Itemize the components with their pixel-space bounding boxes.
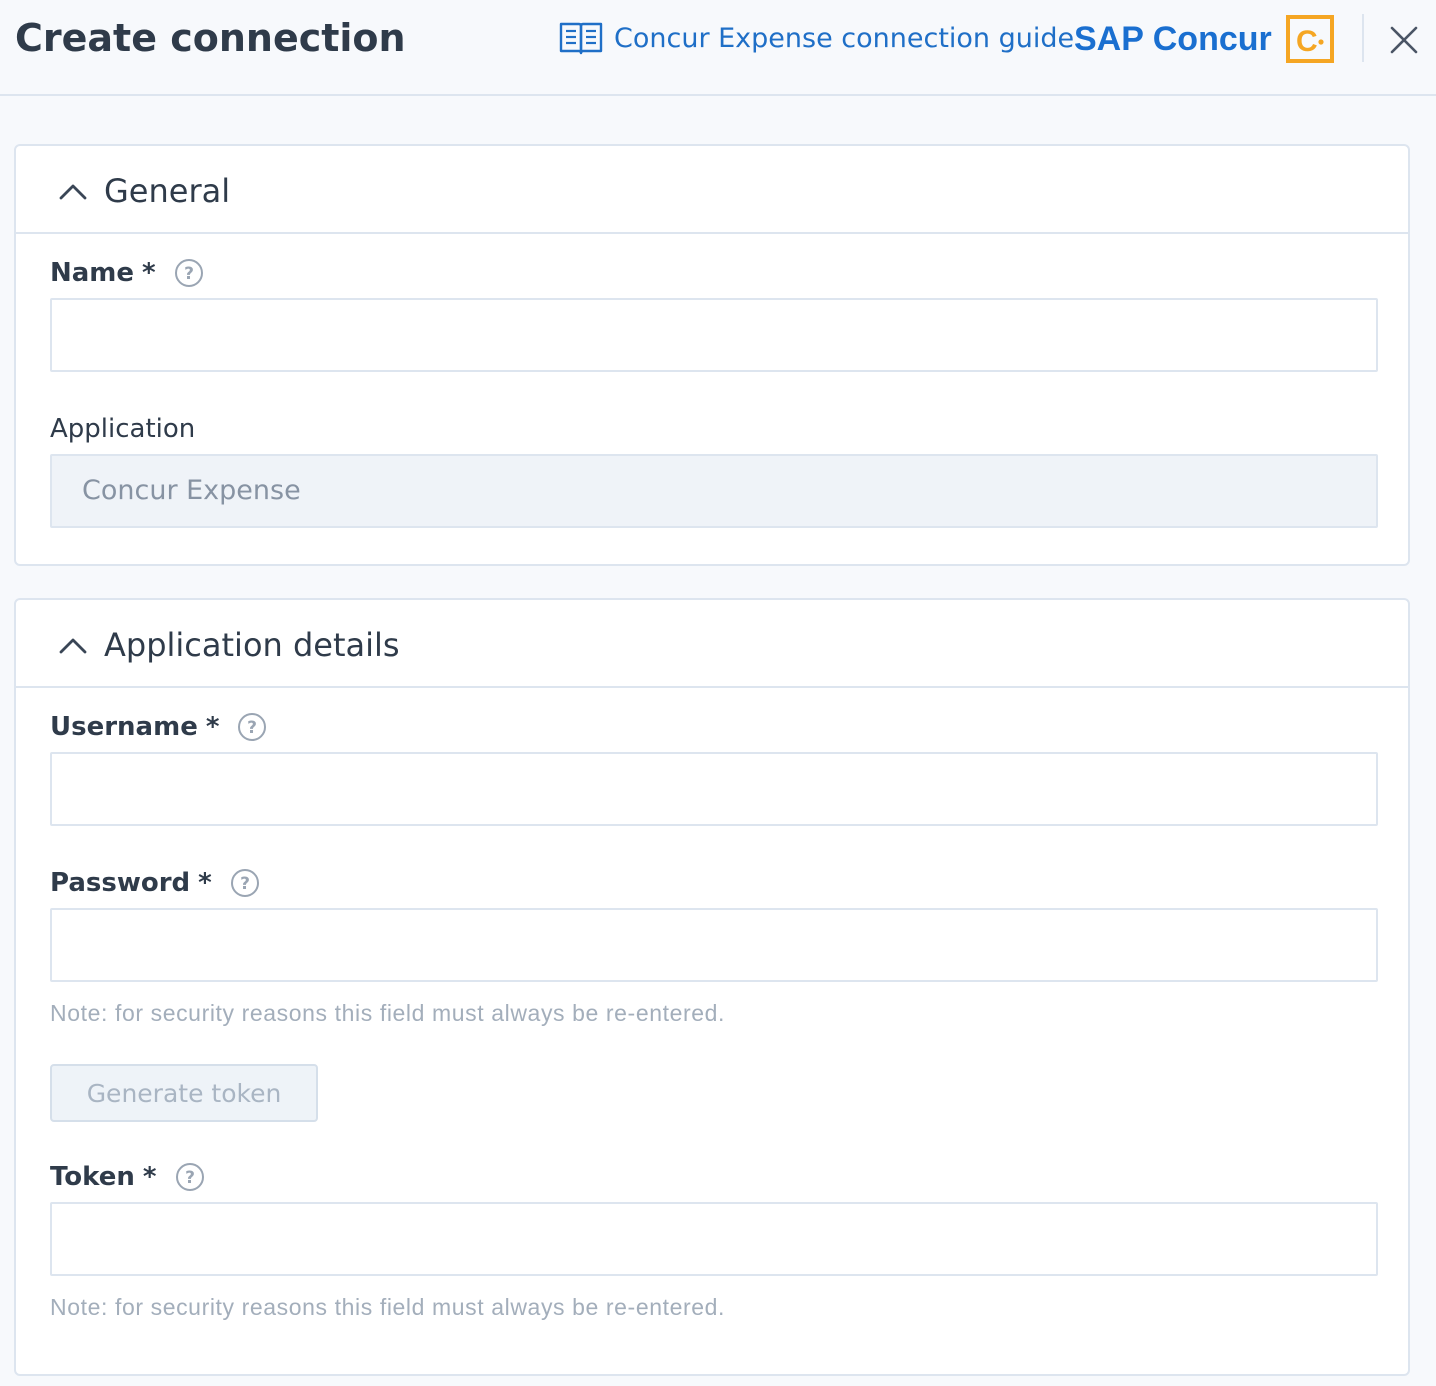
username-label-text: Username <box>50 712 198 742</box>
required-mark: * <box>142 258 156 288</box>
general-section-header[interactable]: General <box>16 146 1408 234</box>
name-label-text: Name <box>50 258 135 288</box>
book-icon <box>559 22 603 55</box>
required-mark: * <box>205 712 220 742</box>
password-note: Note: for security reasons this field mu… <box>50 1000 726 1026</box>
svg-text:?: ? <box>185 1168 195 1188</box>
section-title: Application details <box>104 626 400 664</box>
token-label: Token * ? <box>50 1162 205 1192</box>
general-section: General Name * ? Application Concur Expe… <box>14 144 1410 566</box>
connection-guide-link[interactable]: Concur Expense connection guide <box>558 18 1074 58</box>
svg-text:?: ? <box>248 718 258 738</box>
generate-token-button[interactable]: Generate token <box>50 1064 318 1122</box>
svg-text:?: ? <box>240 874 250 894</box>
name-label: Name * ? <box>50 258 204 288</box>
close-button[interactable] <box>1384 20 1424 60</box>
application-details-section: Application details Username * ? Passwor… <box>14 598 1410 1376</box>
sap-concur-logo: SAP Concur C <box>1074 14 1334 64</box>
section-title: General <box>104 172 231 210</box>
svg-text:C: C <box>1296 25 1318 58</box>
username-input[interactable] <box>50 752 1378 826</box>
concur-logo-icon: C <box>1285 15 1334 63</box>
required-mark: * <box>142 1162 157 1192</box>
password-label-text: Password <box>50 868 191 898</box>
application-field: Concur Expense <box>50 454 1378 528</box>
help-icon[interactable]: ? <box>174 258 204 288</box>
page-title: Create connection <box>15 16 406 60</box>
password-input[interactable] <box>50 908 1378 982</box>
header-divider <box>1362 14 1364 62</box>
application-label: Application <box>50 414 196 444</box>
guide-link-label: Concur Expense connection guide <box>614 22 1075 54</box>
token-label-text: Token <box>50 1162 135 1192</box>
chevron-up-icon <box>59 184 87 200</box>
help-icon[interactable]: ? <box>175 1162 205 1192</box>
username-label: Username * ? <box>50 712 267 742</box>
token-input[interactable] <box>50 1202 1378 1276</box>
name-input[interactable] <box>50 298 1378 372</box>
svg-text:?: ? <box>184 264 194 284</box>
help-icon[interactable]: ? <box>237 712 267 742</box>
required-mark: * <box>198 868 212 898</box>
close-icon <box>1390 26 1418 54</box>
password-label: Password * ? <box>50 868 260 898</box>
help-icon[interactable]: ? <box>230 868 260 898</box>
token-note: Note: for security reasons this field mu… <box>50 1294 726 1320</box>
dialog-header: Create connection Concur Expense connect… <box>0 0 1436 96</box>
brand-name: SAP Concur <box>1074 19 1272 58</box>
application-details-section-header[interactable]: Application details <box>16 600 1408 688</box>
chevron-up-icon <box>59 638 87 654</box>
